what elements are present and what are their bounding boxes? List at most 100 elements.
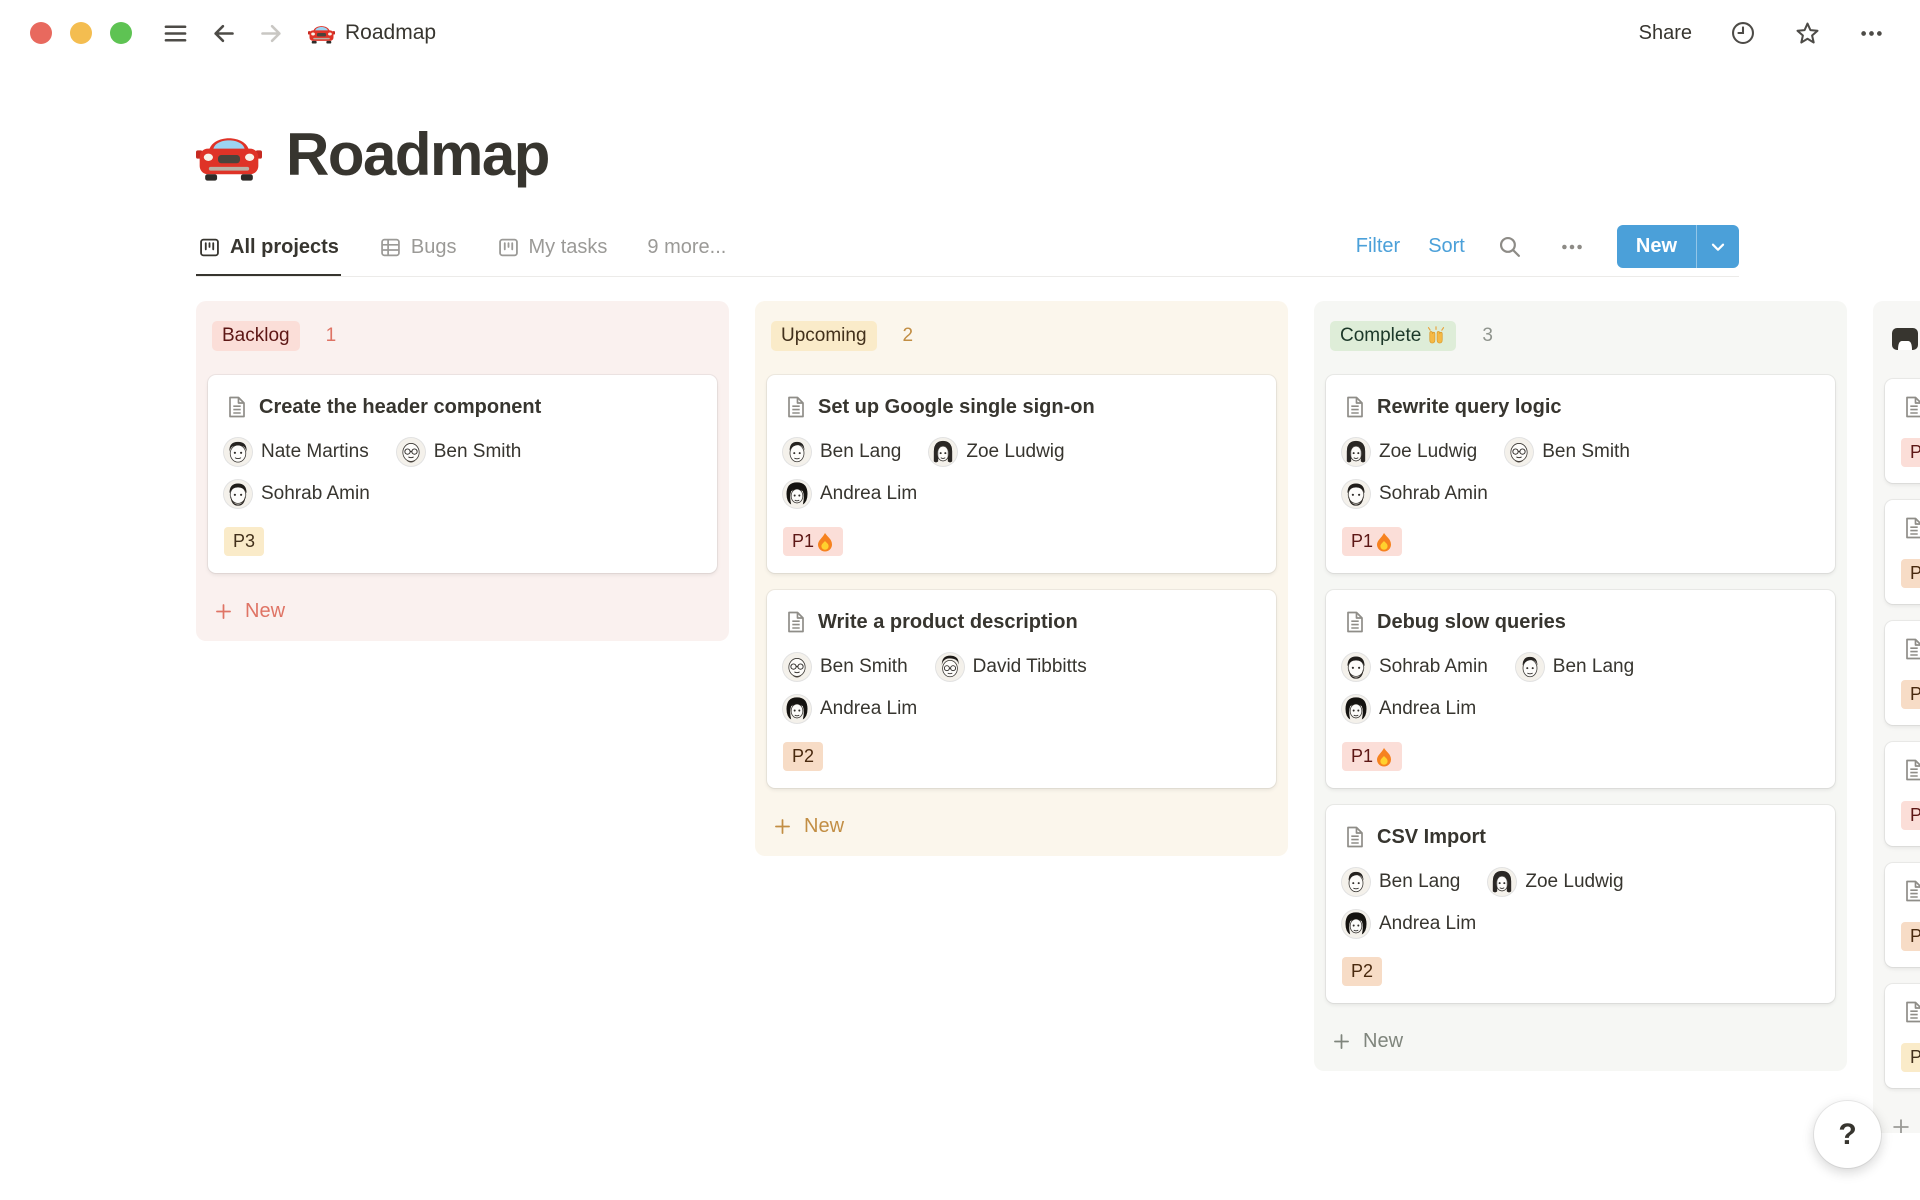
sort-button[interactable]: Sort <box>1428 235 1465 258</box>
zoom-window-button[interactable] <box>110 22 132 44</box>
view-controls: Filter Sort New <box>1356 225 1739 276</box>
priority-label: P <box>1910 1047 1920 1067</box>
assignee[interactable]: Ben Smith <box>396 437 521 467</box>
board-card[interactable]: P <box>1885 379 1920 483</box>
assignee[interactable]: Ben Smith <box>1505 437 1630 467</box>
add-card-button[interactable]: New <box>755 805 1288 848</box>
avatar-image <box>1342 695 1370 723</box>
column-status-badge[interactable]: Upcoming <box>771 321 877 351</box>
priority-badge[interactable]: P2 <box>783 742 824 771</box>
forward-button[interactable] <box>252 14 290 52</box>
priority-badge[interactable]: P1 <box>1342 527 1403 556</box>
search-button[interactable] <box>1493 230 1527 264</box>
board-card[interactable]: Rewrite query logic Zoe Ludwig Ben Smith So… <box>1326 375 1835 573</box>
priority-label: P <box>1910 684 1920 704</box>
assignee-name: Zoe Ludwig <box>1379 441 1478 462</box>
tab-more-views[interactable]: 9 more... <box>645 226 728 276</box>
priority-badge[interactable]: P <box>1901 1043 1920 1072</box>
assignee[interactable]: Andrea Lim <box>1342 909 1476 939</box>
page-icon <box>1342 395 1366 419</box>
card-title-row: CSV Import <box>1342 822 1819 852</box>
add-card-button[interactable]: New <box>1314 1020 1847 1063</box>
assignee[interactable]: David Tibbitts <box>935 652 1087 682</box>
assignee-name: Zoe Ludwig <box>1525 871 1624 892</box>
assignee-name: Andrea Lim <box>1379 698 1477 719</box>
filter-button[interactable]: Filter <box>1356 235 1400 258</box>
assignee[interactable]: Ben Lang <box>1515 652 1634 682</box>
assignee-name: Andrea Lim <box>820 483 918 504</box>
help-button[interactable]: ? <box>1814 1101 1881 1168</box>
tab-all-projects[interactable]: All projects <box>196 226 341 276</box>
column-header: Upcoming 2 <box>755 321 1288 351</box>
new-button[interactable]: New <box>1617 225 1696 268</box>
board-card[interactable]: Write a product description Ben Smith Davi… <box>767 590 1276 788</box>
priority-badge[interactable]: P <box>1901 559 1920 588</box>
more-options-button[interactable] <box>1852 14 1890 52</box>
assignee-row: Ben Lang Zoe Ludwig <box>783 437 1260 467</box>
avatar-image <box>224 438 252 466</box>
priority-badge[interactable]: P <box>1901 438 1920 467</box>
priority-badge[interactable]: P1 <box>1342 742 1403 771</box>
new-button-dropdown[interactable] <box>1697 225 1739 268</box>
page-history-button[interactable] <box>1724 14 1762 52</box>
assignee-row: Andrea Lim <box>783 479 1260 509</box>
assignee[interactable]: Sohrab Amin <box>1342 652 1488 682</box>
assignee[interactable]: Andrea Lim <box>783 694 917 724</box>
car-emoji-icon[interactable] <box>196 126 262 184</box>
column-status-badge[interactable]: Complete <box>1330 321 1457 351</box>
add-card-button[interactable]: New <box>196 590 729 633</box>
back-button[interactable] <box>204 14 242 52</box>
assignee[interactable]: Sohrab Amin <box>224 479 370 509</box>
assignee[interactable]: Ben Lang <box>1342 867 1460 897</box>
share-button[interactable]: Share <box>1633 18 1698 49</box>
board-card[interactable]: P <box>1885 742 1920 846</box>
priority-badge[interactable]: P <box>1901 801 1920 830</box>
assignee-name: Ben Smith <box>1542 441 1630 462</box>
assignee[interactable]: Ben Smith <box>783 652 908 682</box>
board-card[interactable]: CSV Import Ben Lang Zoe Ludwig Andrea Lim P2 <box>1326 805 1835 1003</box>
breadcrumb[interactable]: Roadmap <box>308 21 436 45</box>
window-titlebar: Roadmap Share <box>0 0 1920 66</box>
assignee[interactable]: Zoe Ludwig <box>1488 867 1624 897</box>
column-cards: Set up Google single sign-on Ben Lang Zoe … <box>755 375 1288 788</box>
minimize-window-button[interactable] <box>70 22 92 44</box>
board-card[interactable]: P <box>1885 984 1920 1088</box>
board-card[interactable]: P <box>1885 863 1920 967</box>
board-icon <box>201 240 218 256</box>
priority-label: P1 <box>1351 746 1374 766</box>
board-card[interactable]: Set up Google single sign-on Ben Lang Zoe … <box>767 375 1276 573</box>
board-card[interactable]: P <box>1885 500 1920 604</box>
tab-my-tasks[interactable]: My tasks <box>495 226 610 276</box>
board-card[interactable]: Create the header component Nate Martins B… <box>208 375 717 573</box>
favorite-button[interactable] <box>1788 14 1826 52</box>
assignee[interactable]: Zoe Ludwig <box>1342 437 1477 467</box>
priority-badge[interactable]: P3 <box>224 527 265 556</box>
add-card-label: New <box>804 815 845 837</box>
close-window-button[interactable] <box>30 22 52 44</box>
assignee[interactable]: Zoe Ludwig <box>929 437 1065 467</box>
column-status-badge[interactable]: Backlog <box>212 321 300 351</box>
card-title-row: Debug slow queries <box>1342 607 1819 637</box>
view-options-button[interactable] <box>1555 230 1589 264</box>
assignee[interactable]: Andrea Lim <box>783 479 917 509</box>
priority-label: P <box>1910 563 1920 583</box>
priority-badge[interactable]: P <box>1901 922 1920 951</box>
assignee[interactable]: Sohrab Amin <box>1342 479 1488 509</box>
board-card[interactable]: P <box>1885 621 1920 725</box>
assignee[interactable]: Andrea Lim <box>1342 694 1476 724</box>
priority-label: P <box>1910 805 1920 825</box>
board-card[interactable]: Debug slow queries Sohrab Amin Ben Lang And… <box>1326 590 1835 788</box>
priority-badge[interactable]: P1 <box>783 527 844 556</box>
priority-badge[interactable]: P <box>1901 680 1920 709</box>
clock-icon <box>1733 23 1753 43</box>
assignee-row: Ben Lang Zoe Ludwig <box>1342 867 1819 897</box>
assignee[interactable]: Nate Martins <box>224 437 369 467</box>
tab-bugs[interactable]: Bugs <box>377 226 459 276</box>
page-title[interactable]: Roadmap <box>286 120 550 189</box>
card-title-row <box>1901 637 1920 661</box>
assignee-row: Andrea Lim <box>783 694 1260 724</box>
column-cards: P P P P P P <box>1873 379 1920 1088</box>
sidebar-menu-button[interactable] <box>156 14 194 52</box>
assignee[interactable]: Ben Lang <box>783 437 901 467</box>
priority-badge[interactable]: P2 <box>1342 957 1383 986</box>
